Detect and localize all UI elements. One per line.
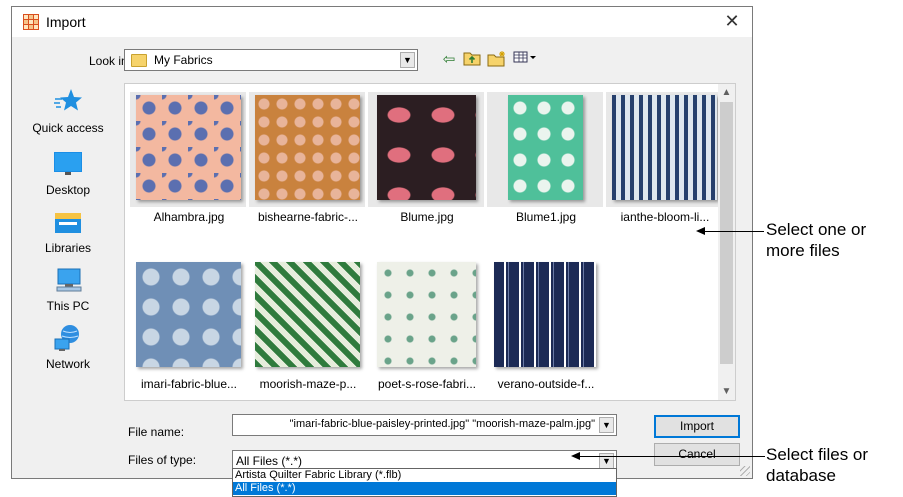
libraries-icon bbox=[53, 207, 83, 237]
callout-line bbox=[704, 231, 764, 232]
cancel-button[interactable]: Cancel bbox=[654, 443, 740, 466]
new-folder-icon[interactable] bbox=[486, 50, 508, 70]
scroll-thumb[interactable] bbox=[720, 102, 733, 364]
callout-line bbox=[579, 456, 765, 457]
callout-line-1: Select one or bbox=[766, 220, 867, 239]
import-button[interactable]: Import bbox=[654, 415, 740, 438]
vertical-scrollbar[interactable]: ▲ ▼ bbox=[718, 84, 735, 400]
files-of-type-value: All Files (*.*) bbox=[236, 454, 303, 468]
file-thumbnail[interactable]: Blume1.jpg bbox=[487, 92, 603, 234]
file-name-label: File name: bbox=[128, 425, 185, 439]
file-name-caption: imari-fabric-blue... bbox=[140, 377, 238, 391]
fabric-image bbox=[255, 262, 360, 367]
file-name-caption: bishearne-fabric-... bbox=[257, 210, 359, 224]
file-thumbnail[interactable]: verano-outside-f... bbox=[487, 259, 603, 401]
network-icon bbox=[53, 323, 83, 353]
places-bar: Quick access Desktop Libraries This PC N… bbox=[22, 79, 114, 409]
fabric-image bbox=[136, 95, 241, 200]
file-thumbnail[interactable]: ianthe-bloom-li... bbox=[606, 92, 722, 234]
file-thumbnail[interactable]: Alhambra.jpg bbox=[130, 92, 246, 234]
callout-line-2: database bbox=[766, 466, 836, 485]
file-name-input[interactable] bbox=[233, 415, 597, 433]
file-name-caption: ianthe-bloom-li... bbox=[620, 210, 710, 224]
resize-grip[interactable] bbox=[740, 466, 750, 476]
files-of-type-label: Files of type: bbox=[128, 453, 197, 467]
place-quick-access[interactable]: Quick access bbox=[22, 87, 114, 135]
look-in-combo[interactable]: My Fabrics ▼ bbox=[124, 49, 418, 71]
back-arrow-icon[interactable]: ⇦ bbox=[439, 50, 459, 70]
folder-icon bbox=[131, 54, 147, 67]
files-of-type-dropdown: Artista Quilter Fabric Library (*.flb) A… bbox=[232, 468, 617, 497]
file-thumbnail[interactable]: imari-fabric-blue... bbox=[130, 259, 246, 401]
fabric-image bbox=[255, 95, 360, 200]
fabric-image bbox=[612, 95, 717, 200]
file-name-caption: Blume1.jpg bbox=[515, 210, 577, 224]
scroll-up-icon[interactable]: ▲ bbox=[718, 84, 735, 101]
computer-icon bbox=[53, 265, 83, 295]
file-thumbnail[interactable]: bishearne-fabric-... bbox=[249, 92, 365, 234]
dropdown-option[interactable]: Artista Quilter Fabric Library (*.flb) bbox=[233, 469, 616, 482]
place-label: This PC bbox=[46, 299, 90, 313]
fabric-image bbox=[508, 95, 583, 200]
chevron-down-icon[interactable]: ▼ bbox=[599, 417, 614, 433]
place-label: Quick access bbox=[32, 121, 104, 135]
file-name-caption: Alhambra.jpg bbox=[153, 210, 225, 224]
up-folder-icon[interactable] bbox=[462, 50, 482, 70]
close-button[interactable]: ✕ bbox=[720, 10, 744, 32]
view-menu-icon[interactable] bbox=[512, 50, 540, 70]
file-name-field[interactable]: ▼ bbox=[232, 414, 617, 436]
desktop-icon bbox=[53, 149, 83, 179]
callout-line-2: more files bbox=[766, 241, 840, 260]
scroll-down-icon[interactable]: ▼ bbox=[718, 383, 735, 400]
callout-select-type: Select files or database bbox=[766, 444, 868, 486]
place-network[interactable]: Network bbox=[22, 323, 114, 371]
file-name-caption: Blume.jpg bbox=[400, 210, 454, 224]
callout-line-1: Select files or bbox=[766, 445, 869, 464]
file-thumbnail[interactable]: Blume.jpg bbox=[368, 92, 484, 234]
place-this-pc[interactable]: This PC bbox=[22, 265, 114, 313]
fabric-image bbox=[377, 95, 476, 200]
fabric-image bbox=[377, 262, 476, 367]
place-desktop[interactable]: Desktop bbox=[22, 149, 114, 197]
file-name-caption: verano-outside-f... bbox=[497, 377, 595, 391]
place-label: Libraries bbox=[44, 241, 92, 255]
file-thumbnail[interactable]: poet-s-rose-fabri... bbox=[368, 259, 484, 401]
app-icon bbox=[23, 14, 39, 30]
callout-select-files: Select one or more files bbox=[766, 219, 866, 261]
star-icon bbox=[53, 87, 83, 117]
dialog-title: Import bbox=[46, 14, 86, 30]
dropdown-option-selected[interactable]: All Files (*.*) bbox=[233, 482, 616, 495]
chevron-down-icon[interactable]: ▼ bbox=[400, 52, 415, 68]
place-libraries[interactable]: Libraries bbox=[22, 207, 114, 255]
place-label: Desktop bbox=[45, 183, 91, 197]
place-label: Network bbox=[45, 357, 90, 371]
look-in-value: My Fabrics bbox=[154, 53, 213, 67]
file-thumbnail[interactable]: moorish-maze-p... bbox=[249, 259, 365, 401]
file-name-caption: poet-s-rose-fabri... bbox=[377, 377, 477, 391]
file-list[interactable]: Alhambra.jpg bishearne-fabric-... Blume.jp… bbox=[124, 83, 736, 401]
file-name-caption: moorish-maze-p... bbox=[259, 377, 357, 391]
title-bar: Import ✕ bbox=[12, 7, 752, 37]
fabric-image bbox=[494, 262, 596, 367]
import-dialog: Import ✕ Look in: My Fabrics ▼ ⇦ Quick a… bbox=[11, 6, 753, 479]
fabric-image bbox=[136, 262, 241, 367]
